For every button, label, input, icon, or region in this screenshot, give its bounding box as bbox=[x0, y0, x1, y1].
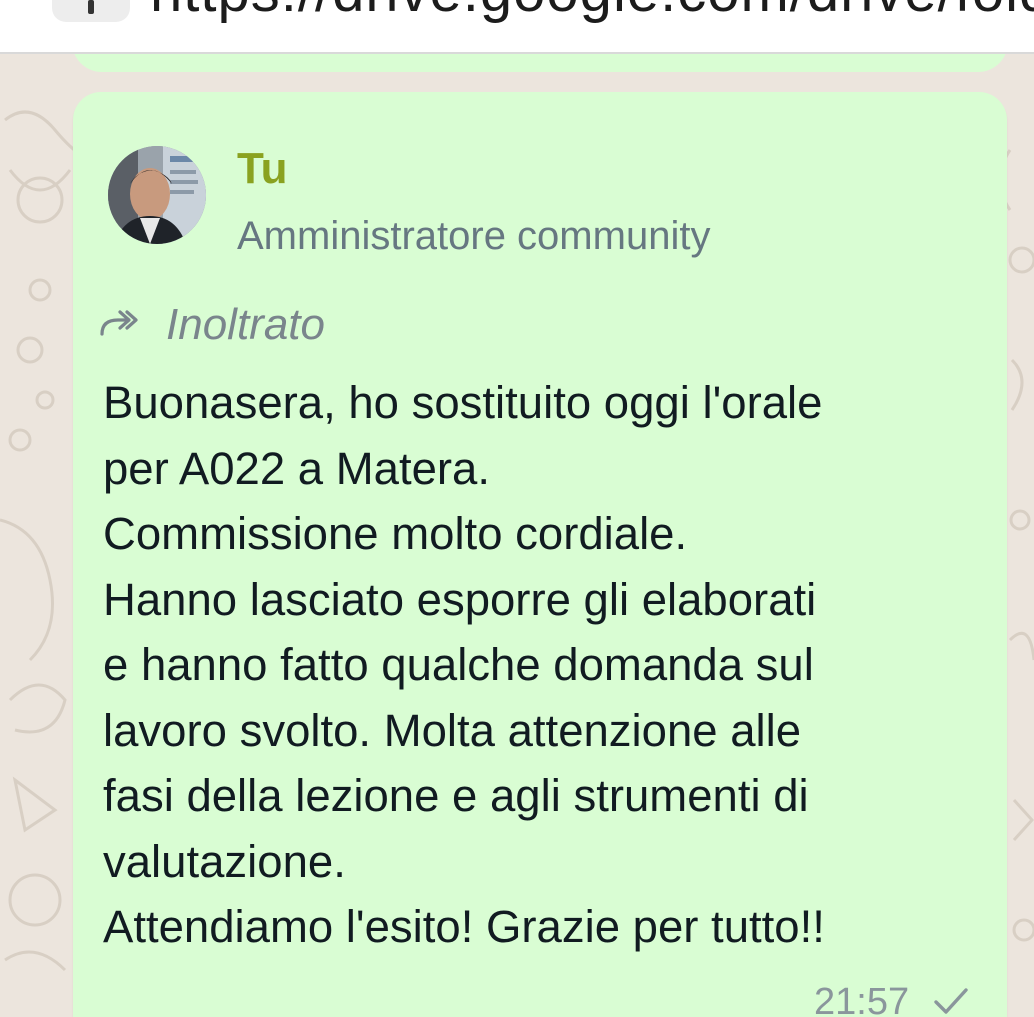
message-timestamp: 21:57 bbox=[814, 981, 910, 1017]
message-text: Buonasera, ho sostituito oggi l'orale pe… bbox=[103, 370, 1003, 960]
sender-role: Amministratore community bbox=[237, 214, 711, 258]
message-line: lavoro svolto. Molta attenzione alle bbox=[103, 704, 802, 756]
forwarded-icon bbox=[100, 310, 138, 336]
message-line: e hanno fatto qualche domanda sul bbox=[103, 639, 814, 690]
link-icon-stem bbox=[88, 0, 94, 14]
link-preview-url-bar[interactable]: https://drive.google.com/drive/fold... bbox=[0, 0, 1034, 54]
message-line: valutazione. bbox=[103, 835, 346, 887]
message-line: Commissione molto cordiale. bbox=[103, 508, 688, 559]
message-line: Hanno lasciato esporre gli elaborati bbox=[103, 573, 817, 625]
sender-avatar[interactable] bbox=[108, 146, 206, 244]
message-line: fasi della lezione e agli strumenti di bbox=[103, 770, 809, 821]
sender-name[interactable]: Tu bbox=[237, 143, 288, 195]
single-check-icon bbox=[934, 988, 968, 1014]
avatar-photo bbox=[108, 146, 206, 244]
message-line: Buonasera, ho sostituito oggi l'orale bbox=[103, 377, 823, 428]
message-line: per A022 a Matera. bbox=[103, 442, 490, 494]
forwarded-label: Inoltrato bbox=[166, 300, 325, 349]
message-line: Attendiamo l'esito! Grazie per tutto!! bbox=[103, 901, 825, 952]
link-url-text[interactable]: https://drive.google.com/drive/fold... bbox=[150, 0, 1034, 25]
